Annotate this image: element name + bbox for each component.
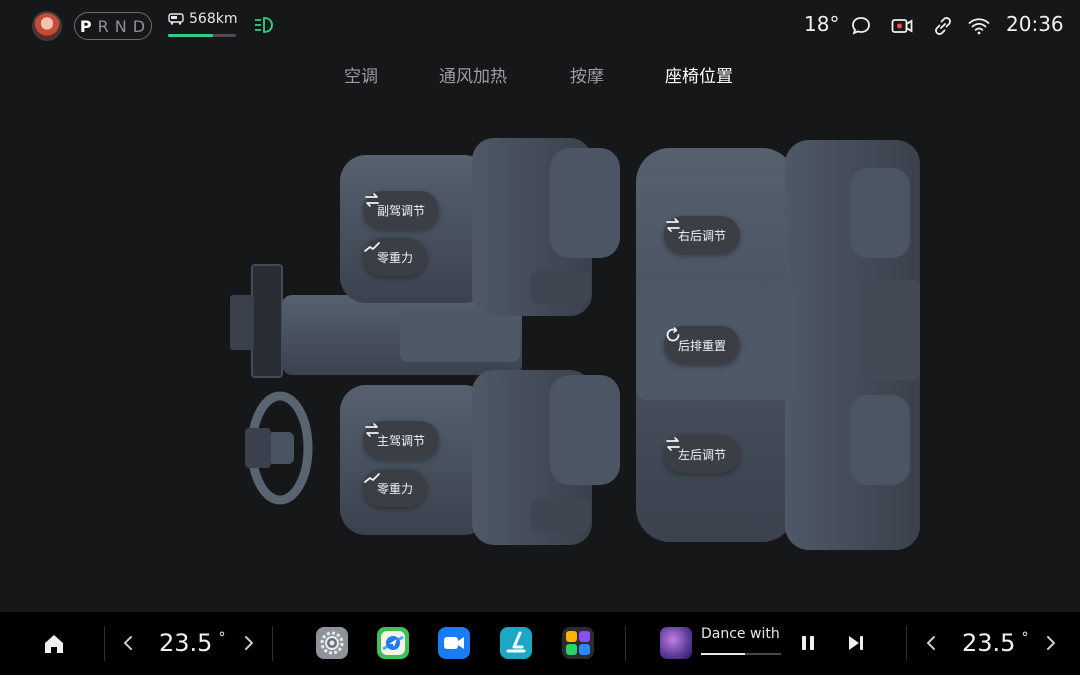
driver-adjust-button[interactable]: 主驾调节 bbox=[363, 421, 440, 459]
left-temp-decrease-icon[interactable] bbox=[121, 632, 135, 654]
song-progress-bar[interactable] bbox=[701, 653, 781, 655]
seat-layout-view: 副驾调节 零重力 主驾调节 零重力 右后调节 后排重置 左后调节 bbox=[200, 120, 940, 560]
divider bbox=[906, 626, 907, 661]
app-launcher-icon[interactable] bbox=[562, 627, 594, 659]
message-icon[interactable] bbox=[849, 14, 873, 38]
zero-gravity-icon bbox=[364, 242, 380, 252]
right-temperature-value: 23.5 bbox=[962, 629, 1016, 657]
divider bbox=[272, 626, 273, 661]
app-grid-icon bbox=[566, 631, 590, 655]
left-temperature-value: 23.5 bbox=[159, 629, 213, 657]
range-bar-fill bbox=[168, 34, 213, 37]
song-progress-fill bbox=[701, 653, 745, 655]
headlight-icon bbox=[255, 17, 273, 33]
gear-icon bbox=[320, 631, 344, 655]
song-title[interactable]: Dance with bbox=[701, 626, 780, 642]
gear-indicator: P R N D bbox=[74, 12, 152, 40]
user-avatar[interactable] bbox=[32, 11, 62, 41]
next-track-icon[interactable] bbox=[846, 633, 866, 653]
seat-icon bbox=[506, 631, 526, 653]
tab-massage[interactable]: 按摩 bbox=[570, 62, 604, 87]
gear-n: N bbox=[114, 16, 128, 36]
navigation-app-icon[interactable] bbox=[377, 627, 409, 659]
bottom-dock: 23.5 ° Dance with 23.5 ° bbox=[0, 612, 1080, 675]
steering-wheel bbox=[245, 391, 313, 505]
swap-arrows-icon bbox=[666, 218, 680, 232]
link-icon[interactable] bbox=[931, 14, 955, 38]
rear-reset-label: 后排重置 bbox=[678, 338, 727, 353]
right-temperature-unit: ° bbox=[1021, 630, 1029, 646]
rear-left-adjust-button[interactable]: 左后调节 bbox=[664, 435, 741, 473]
right-temp-decrease-icon[interactable] bbox=[924, 632, 938, 654]
swap-arrows-icon bbox=[365, 193, 379, 207]
divider bbox=[104, 626, 105, 661]
rear-left-adjust-label: 左后调节 bbox=[678, 447, 727, 462]
left-temperature-unit: ° bbox=[218, 630, 226, 646]
passenger-zero-gravity-button[interactable]: 零重力 bbox=[363, 238, 428, 276]
wifi-icon[interactable] bbox=[967, 14, 991, 38]
passenger-adjust-label: 副驾调节 bbox=[377, 203, 426, 218]
range-value: 568km bbox=[189, 11, 238, 27]
status-bar: P R N D 568km 18° 20:36 bbox=[0, 0, 1080, 52]
clock: 20:36 bbox=[1006, 12, 1064, 36]
settings-app-icon[interactable] bbox=[316, 627, 348, 659]
outside-temperature: 18° bbox=[804, 12, 840, 36]
tab-climate[interactable]: 空调 bbox=[344, 62, 378, 87]
left-temperature: 23.5 ° bbox=[159, 629, 225, 657]
gear-d: D bbox=[132, 16, 147, 36]
rear-reset-button[interactable]: 后排重置 bbox=[664, 326, 741, 364]
video-camera-icon bbox=[444, 637, 464, 649]
right-temp-increase-icon[interactable] bbox=[1044, 632, 1058, 654]
tab-ventilation-heating[interactable]: 通风加热 bbox=[439, 62, 507, 87]
zero-gravity-icon bbox=[364, 473, 380, 483]
seat-tabs: 空调 通风加热 按摩 座椅位置 bbox=[0, 62, 1080, 88]
map-navigation-icon bbox=[381, 631, 405, 655]
gear-r: R bbox=[97, 16, 110, 36]
range-bar bbox=[168, 34, 236, 37]
passenger-adjust-button[interactable]: 副驾调节 bbox=[363, 191, 440, 229]
right-temperature: 23.5 ° bbox=[962, 629, 1028, 657]
left-temp-increase-icon[interactable] bbox=[242, 632, 256, 654]
driver-adjust-label: 主驾调节 bbox=[377, 433, 426, 448]
divider bbox=[625, 626, 626, 661]
driver-zero-gravity-label: 零重力 bbox=[377, 481, 414, 496]
range-indicator: 568km bbox=[168, 10, 238, 40]
car-interior-top-view bbox=[230, 138, 920, 550]
battery-car-icon bbox=[168, 13, 184, 25]
seat-app-icon[interactable] bbox=[500, 627, 532, 659]
reset-icon bbox=[666, 327, 680, 342]
swap-arrows-icon bbox=[365, 423, 379, 437]
gear-p: P bbox=[79, 16, 93, 36]
album-art[interactable] bbox=[660, 627, 692, 659]
rear-right-adjust-button[interactable]: 右后调节 bbox=[664, 216, 741, 254]
dashcam-record-icon[interactable] bbox=[890, 14, 914, 38]
video-call-app-icon[interactable] bbox=[438, 627, 470, 659]
rear-right-adjust-label: 右后调节 bbox=[678, 228, 727, 243]
tab-seat-position[interactable]: 座椅位置 bbox=[665, 62, 733, 87]
swap-arrows-icon bbox=[666, 437, 680, 451]
home-icon[interactable] bbox=[42, 632, 66, 656]
passenger-zero-gravity-label: 零重力 bbox=[377, 250, 414, 265]
driver-zero-gravity-button[interactable]: 零重力 bbox=[363, 469, 428, 507]
pause-icon[interactable] bbox=[798, 633, 818, 653]
